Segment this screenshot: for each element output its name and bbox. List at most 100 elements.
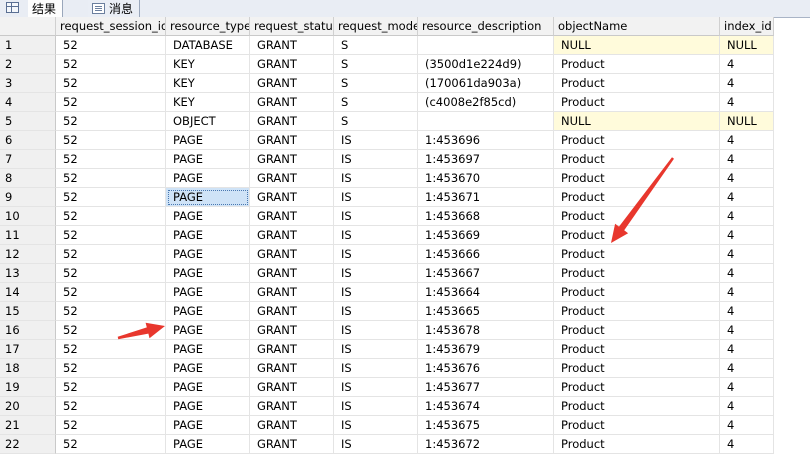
table-row[interactable]: 20 52 PAGE GRANT IS 1:453674 Product 4 xyxy=(0,397,810,416)
cell-object-name[interactable]: Product xyxy=(554,188,720,207)
cell-index-id[interactable]: 4 xyxy=(720,340,774,359)
cell-resource-description[interactable]: 1:453678 xyxy=(418,321,554,340)
table-row[interactable]: 1 52 DATABASE GRANT S NULL NULL xyxy=(0,36,810,55)
table-row[interactable]: 19 52 PAGE GRANT IS 1:453677 Product 4 xyxy=(0,378,810,397)
cell-index-id[interactable]: 4 xyxy=(720,264,774,283)
cell-resource-description[interactable]: (c4008e2f85cd) xyxy=(418,93,554,112)
table-row[interactable]: 15 52 PAGE GRANT IS 1:453665 Product 4 xyxy=(0,302,810,321)
cell-request-session-id[interactable]: 52 xyxy=(56,169,166,188)
cell-request-session-id[interactable]: 52 xyxy=(56,207,166,226)
cell-request-status[interactable]: GRANT xyxy=(250,55,334,74)
cell-index-id[interactable]: 4 xyxy=(720,435,774,454)
cell-object-name[interactable]: Product xyxy=(554,302,720,321)
cell-resource-type[interactable]: PAGE xyxy=(166,435,250,454)
cell-resource-type[interactable]: PAGE xyxy=(166,169,250,188)
cell-resource-description[interactable]: 1:453672 xyxy=(418,435,554,454)
cell-resource-type[interactable]: KEY xyxy=(166,93,250,112)
cell-resource-type[interactable]: PAGE xyxy=(166,226,250,245)
table-row[interactable]: 4 52 KEY GRANT S (c4008e2f85cd) Product 4 xyxy=(0,93,810,112)
column-header-object-name[interactable]: objectName xyxy=(554,17,720,36)
cell-request-status[interactable]: GRANT xyxy=(250,340,334,359)
table-row[interactable]: 18 52 PAGE GRANT IS 1:453676 Product 4 xyxy=(0,359,810,378)
cell-request-session-id[interactable]: 52 xyxy=(56,283,166,302)
table-row[interactable]: 13 52 PAGE GRANT IS 1:453667 Product 4 xyxy=(0,264,810,283)
cell-resource-description[interactable]: 1:453696 xyxy=(418,131,554,150)
cell-request-session-id[interactable]: 52 xyxy=(56,226,166,245)
cell-resource-description[interactable]: 1:453669 xyxy=(418,226,554,245)
column-header-index-id[interactable]: index_id xyxy=(720,17,774,36)
cell-object-name[interactable]: Product xyxy=(554,150,720,169)
cell-index-id[interactable]: 4 xyxy=(720,302,774,321)
cell-resource-description[interactable]: (3500d1e224d9) xyxy=(418,55,554,74)
cell-resource-type[interactable]: PAGE xyxy=(166,131,250,150)
cell-resource-description[interactable]: 1:453666 xyxy=(418,245,554,264)
cell-index-id[interactable]: 4 xyxy=(720,169,774,188)
cell-resource-description[interactable]: 1:453676 xyxy=(418,359,554,378)
cell-request-status[interactable]: GRANT xyxy=(250,207,334,226)
cell-object-name[interactable]: Product xyxy=(554,93,720,112)
row-number-cell[interactable]: 3 xyxy=(0,74,56,93)
table-row[interactable]: 22 52 PAGE GRANT IS 1:453672 Product 4 xyxy=(0,435,810,454)
cell-resource-description[interactable] xyxy=(418,112,554,131)
row-number-cell[interactable]: 11 xyxy=(0,226,56,245)
row-number-cell[interactable]: 7 xyxy=(0,150,56,169)
cell-object-name[interactable]: Product xyxy=(554,321,720,340)
cell-resource-type[interactable]: PAGE xyxy=(166,340,250,359)
cell-resource-description[interactable]: (170061da903a) xyxy=(418,74,554,93)
cell-index-id[interactable]: 4 xyxy=(720,359,774,378)
column-header-resource-type[interactable]: resource_type xyxy=(166,17,250,36)
row-number-cell[interactable]: 17 xyxy=(0,340,56,359)
cell-request-mode[interactable]: IS xyxy=(334,207,418,226)
column-header-row-number[interactable] xyxy=(0,17,56,36)
cell-index-id[interactable]: 4 xyxy=(720,131,774,150)
cell-index-id[interactable]: 4 xyxy=(720,416,774,435)
table-row[interactable]: 12 52 PAGE GRANT IS 1:453666 Product 4 xyxy=(0,245,810,264)
cell-request-mode[interactable]: S xyxy=(334,36,418,55)
cell-object-name[interactable]: Product xyxy=(554,55,720,74)
cell-resource-description[interactable]: 1:453671 xyxy=(418,188,554,207)
row-number-cell[interactable]: 10 xyxy=(0,207,56,226)
column-header-request-status[interactable]: request_status xyxy=(250,17,334,36)
cell-request-mode[interactable]: IS xyxy=(334,188,418,207)
cell-resource-type[interactable]: DATABASE xyxy=(166,36,250,55)
cell-resource-type[interactable]: KEY xyxy=(166,74,250,93)
cell-resource-type[interactable]: PAGE xyxy=(166,283,250,302)
cell-request-session-id[interactable]: 52 xyxy=(56,397,166,416)
cell-request-mode[interactable]: S xyxy=(334,93,418,112)
cell-request-status[interactable]: GRANT xyxy=(250,283,334,302)
cell-index-id[interactable]: 4 xyxy=(720,397,774,416)
cell-request-status[interactable]: GRANT xyxy=(250,150,334,169)
cell-index-id[interactable]: 4 xyxy=(720,226,774,245)
cell-object-name[interactable]: NULL xyxy=(554,36,720,55)
cell-resource-type[interactable]: KEY xyxy=(166,55,250,74)
cell-resource-type[interactable]: PAGE xyxy=(166,416,250,435)
row-number-cell[interactable]: 2 xyxy=(0,55,56,74)
cell-resource-description[interactable]: 1:453697 xyxy=(418,150,554,169)
cell-request-session-id[interactable]: 52 xyxy=(56,340,166,359)
cell-resource-type[interactable]: PAGE xyxy=(166,150,250,169)
row-number-cell[interactable]: 6 xyxy=(0,131,56,150)
cell-resource-description[interactable]: 1:453664 xyxy=(418,283,554,302)
row-number-cell[interactable]: 4 xyxy=(0,93,56,112)
cell-request-mode[interactable]: S xyxy=(334,112,418,131)
cell-request-status[interactable]: GRANT xyxy=(250,321,334,340)
cell-resource-description[interactable]: 1:453667 xyxy=(418,264,554,283)
cell-request-mode[interactable]: IS xyxy=(334,245,418,264)
cell-request-session-id[interactable]: 52 xyxy=(56,416,166,435)
cell-object-name[interactable]: Product xyxy=(554,435,720,454)
table-row[interactable]: 5 52 OBJECT GRANT S NULL NULL xyxy=(0,112,810,131)
cell-request-session-id[interactable]: 52 xyxy=(56,93,166,112)
cell-object-name[interactable]: Product xyxy=(554,359,720,378)
cell-request-status[interactable]: GRANT xyxy=(250,397,334,416)
cell-request-mode[interactable]: S xyxy=(334,55,418,74)
table-row[interactable]: 21 52 PAGE GRANT IS 1:453675 Product 4 xyxy=(0,416,810,435)
cell-request-mode[interactable]: IS xyxy=(334,340,418,359)
cell-resource-type[interactable]: OBJECT xyxy=(166,112,250,131)
cell-resource-type[interactable]: PAGE xyxy=(166,302,250,321)
cell-index-id[interactable]: NULL xyxy=(720,36,774,55)
cell-request-session-id[interactable]: 52 xyxy=(56,321,166,340)
row-number-cell[interactable]: 9 xyxy=(0,188,56,207)
cell-request-mode[interactable]: IS xyxy=(334,150,418,169)
cell-request-mode[interactable]: IS xyxy=(334,378,418,397)
cell-request-session-id[interactable]: 52 xyxy=(56,302,166,321)
